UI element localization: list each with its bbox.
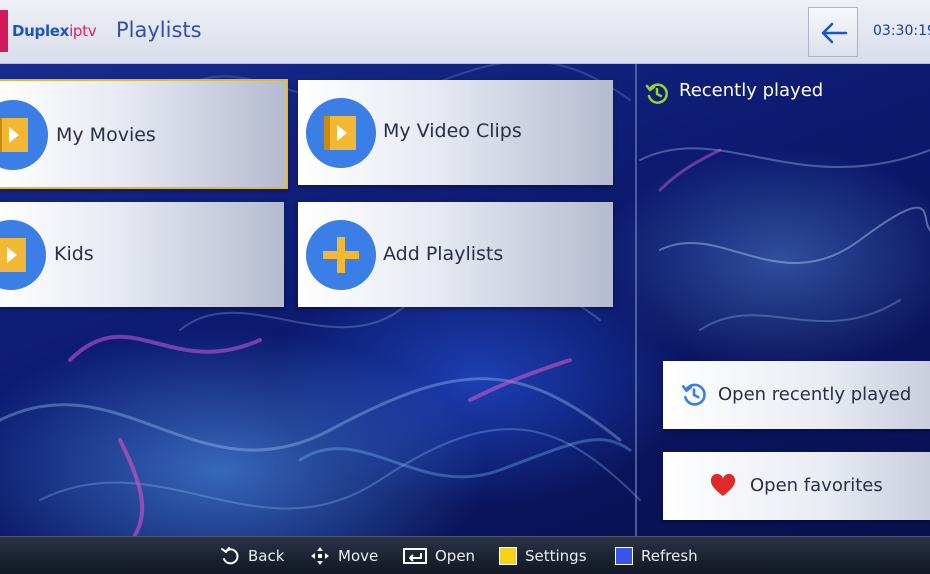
footer-open-hint[interactable]: Open	[403, 537, 475, 574]
logo-accent-bar	[0, 10, 8, 52]
app-header: Duplexiptv Playlists 03:30:19	[0, 0, 930, 64]
footer-label: Back	[248, 547, 285, 565]
footer-label: Open	[435, 547, 476, 565]
history-icon	[645, 83, 668, 104]
back-button[interactable]	[808, 7, 858, 57]
video-file-icon	[0, 238, 26, 272]
footer-settings-hint[interactable]: Settings	[499, 537, 587, 574]
blue-key-icon	[615, 547, 633, 565]
footer-back-hint[interactable]: Back	[220, 537, 284, 574]
playlist-icon-circle	[0, 100, 48, 170]
playlist-label: My Video Clips	[383, 120, 522, 142]
footer-hint-bar: Back Move Open Settings Refresh	[0, 536, 930, 574]
enter-icon	[403, 548, 427, 564]
clock: 03:30:19	[873, 23, 930, 39]
history-icon	[681, 383, 706, 406]
playlist-icon-circle	[0, 220, 46, 290]
footer-label: Settings	[525, 547, 587, 565]
page-title: Playlists	[116, 18, 202, 42]
app-logo: Duplexiptv	[12, 22, 97, 40]
video-file-icon	[0, 118, 28, 152]
logo-duplex-text: Duplex	[12, 22, 70, 40]
back-arrow-icon	[221, 547, 239, 565]
yellow-key-icon	[499, 547, 517, 565]
video-file-icon	[324, 116, 356, 150]
plus-icon	[323, 237, 359, 273]
move-arrows-icon	[311, 547, 329, 565]
playlist-label: Kids	[54, 243, 94, 265]
open-recently-played-button[interactable]: Open recently played	[663, 361, 930, 429]
footer-label: Refresh	[641, 547, 698, 565]
recently-played-title: Recently played	[679, 80, 824, 101]
side-button-label: Open recently played	[718, 384, 912, 405]
footer-label: Move	[338, 547, 379, 565]
playlist-label: Add Playlists	[383, 243, 504, 265]
side-button-label: Open favorites	[750, 475, 883, 496]
playlist-card-kids[interactable]: Kids	[0, 202, 284, 307]
logo-iptv-text: iptv	[69, 22, 97, 40]
playlist-label: My Movies	[56, 124, 156, 146]
heart-icon	[710, 474, 736, 496]
playlist-card-my-video-clips[interactable]: My Video Clips	[298, 80, 613, 185]
panel-divider	[635, 64, 637, 536]
footer-refresh-hint[interactable]: Refresh	[615, 537, 698, 574]
playlist-card-my-movies[interactable]: My Movies	[0, 79, 288, 189]
open-favorites-button[interactable]: Open favorites	[663, 452, 930, 520]
playlist-icon-circle	[306, 220, 376, 290]
arrow-left-icon	[821, 22, 848, 44]
playlist-icon-circle	[306, 98, 376, 168]
add-playlist-card[interactable]: Add Playlists	[298, 202, 613, 307]
footer-move-hint[interactable]: Move	[310, 537, 378, 574]
